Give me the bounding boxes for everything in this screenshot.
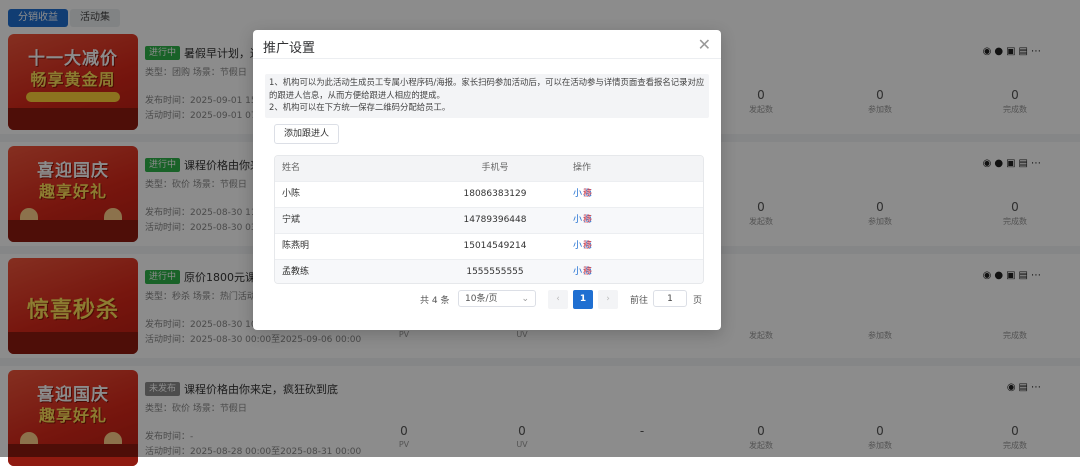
row-phone: 15014549214: [463, 241, 527, 251]
notice-line-2: 2、机构可以在下方统一保存二维码分配给员工。: [269, 102, 451, 112]
qr-code-link[interactable]: 小程序码: [573, 260, 582, 283]
row-phone: 14789396448: [463, 215, 527, 225]
close-icon[interactable]: ✕: [698, 35, 711, 54]
row-name: 陈燕明: [282, 241, 310, 251]
promotion-settings-dialog: 推广设置 ✕ 1、机构可以为此活动生成员工专属小程序码/海报。家长扫码参加活动后…: [253, 30, 721, 330]
table-row: 陈燕明 15014549214 小程序码 海报 移除: [275, 233, 703, 276]
row-name: 小陈: [282, 189, 301, 199]
table-header: 姓名 手机号 操作: [275, 156, 703, 181]
jump-page-input[interactable]: 1: [653, 290, 687, 307]
pagination: 共 4 条 10条/页 ⌄ ‹ 1 › 前往 1 页: [253, 288, 721, 310]
row-name: 宁斌: [282, 215, 301, 225]
page-size-value: 10条/页: [465, 294, 498, 304]
follower-table: 姓名 手机号 操作 小陈 18086383129 小程序码 海报 移除 宁斌 1…: [274, 155, 704, 284]
dialog-title: 推广设置: [263, 41, 316, 56]
table-row: 孟教练 1555555555 小程序码 海报 移除: [275, 259, 703, 283]
column-phone: 手机号: [481, 163, 509, 173]
row-phone: 18086383129: [463, 189, 527, 199]
goto-label: 前往: [630, 296, 649, 306]
row-name: 孟教练: [282, 267, 310, 277]
divider: [253, 58, 721, 59]
column-operation: 操作: [573, 163, 592, 173]
total-count: 共 4 条: [420, 296, 450, 306]
prev-page-button[interactable]: ‹: [548, 290, 568, 309]
next-page-button[interactable]: ›: [598, 290, 618, 309]
page-size-select[interactable]: 10条/页 ⌄: [458, 290, 536, 307]
add-follower-button[interactable]: 添加跟进人: [274, 124, 340, 144]
page-unit-label: 页: [693, 296, 703, 306]
notice-line-1: 1、机构可以为此活动生成员工专属小程序码/海报。家长扫码参加活动后，可以在活动参…: [269, 77, 705, 100]
table-row: 小陈 18086383129 小程序码 海报 移除: [275, 181, 703, 274]
column-name: 姓名: [282, 163, 301, 173]
current-page[interactable]: 1: [573, 290, 593, 309]
notice-box: 1、机构可以为此活动生成员工专属小程序码/海报。家长扫码参加活动后，可以在活动参…: [265, 74, 709, 118]
row-phone: 1555555555: [466, 267, 524, 277]
remove-link[interactable]: 移除: [583, 260, 592, 283]
table-row: 宁斌 14789396448 小程序码 海报 移除: [275, 207, 703, 275]
chevron-down-icon: ⌄: [521, 294, 529, 304]
